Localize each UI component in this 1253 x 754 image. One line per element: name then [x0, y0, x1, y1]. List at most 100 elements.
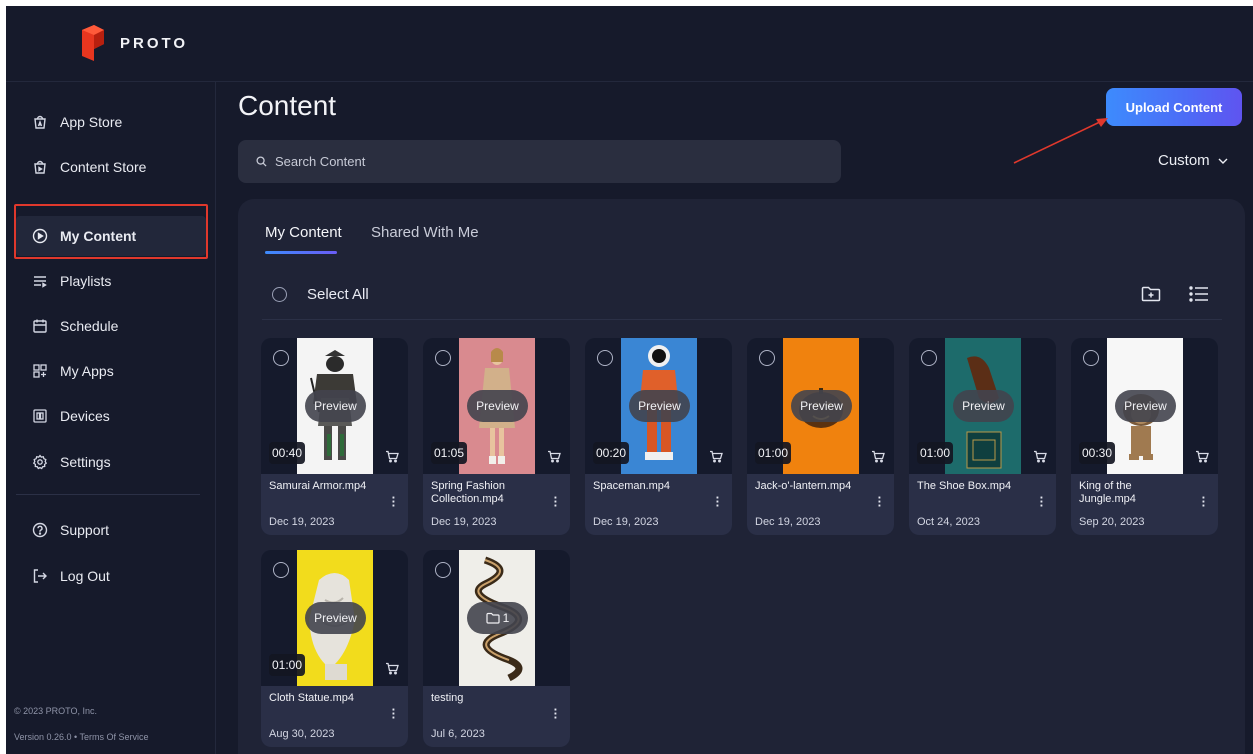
upload-content-button[interactable]: Upload Content: [1106, 88, 1242, 126]
content-card[interactable]: Preview 00:30 King of the Jungle.mp4 Sep…: [1071, 338, 1218, 535]
cart-icon[interactable]: [385, 662, 399, 675]
cart-icon[interactable]: [709, 450, 723, 463]
tab-shared-with-me[interactable]: Shared With Me: [371, 224, 479, 241]
preview-button[interactable]: Preview: [467, 390, 528, 422]
panel-divider: [262, 319, 1222, 320]
sidebar-item-support[interactable]: Support: [16, 510, 206, 550]
card-select-radio[interactable]: [597, 350, 613, 366]
folder-card[interactable]: 1 testing Jul 6, 2023 · · ·: [423, 550, 570, 747]
card-title: Samurai Armor.mp4: [269, 480, 367, 492]
more-options-icon[interactable]: · · ·: [554, 491, 558, 512]
content-store-icon: [32, 159, 48, 175]
sidebar-item-app-store[interactable]: App Store: [16, 102, 206, 142]
more-options-icon[interactable]: · · ·: [1202, 491, 1206, 512]
select-all-label: Select All: [307, 286, 369, 303]
card-title: The Shoe Box.mp4: [917, 480, 1012, 492]
tab-my-content[interactable]: My Content: [265, 224, 342, 241]
new-folder-icon[interactable]: [1141, 285, 1161, 303]
sidebar-item-my-apps[interactable]: My Apps: [16, 351, 206, 391]
sidebar-item-label: Settings: [60, 454, 111, 470]
cart-icon[interactable]: [385, 450, 399, 463]
duration-badge: 01:00: [917, 442, 953, 464]
more-options-icon[interactable]: · · ·: [716, 491, 720, 512]
search-input[interactable]: [275, 154, 795, 169]
content-card[interactable]: Preview 00:20 Spaceman.mp4 Dec 19, 2023 …: [585, 338, 732, 535]
preview-button[interactable]: Preview: [953, 390, 1014, 422]
content-card[interactable]: Preview 01:00 Cloth Statue.mp4 Aug 30, 2…: [261, 550, 408, 747]
card-date: Dec 19, 2023: [269, 516, 335, 528]
content-card[interactable]: Preview 00:40 Samurai Armor.mp4 Dec 19, …: [261, 338, 408, 535]
folder-count-badge[interactable]: 1: [467, 602, 528, 634]
sidebar-item-label: Devices: [60, 408, 110, 424]
sidebar-item-devices[interactable]: Devices: [16, 396, 206, 436]
sidebar-item-label: Support: [60, 522, 110, 538]
page-title: Content: [238, 90, 337, 121]
card-date: Dec 19, 2023: [431, 516, 497, 528]
preview-button[interactable]: Preview: [1115, 390, 1176, 422]
cart-icon[interactable]: [547, 450, 561, 463]
cart-icon[interactable]: [871, 450, 885, 463]
content-card[interactable]: Preview 01:00 The Shoe Box.mp4 Oct 24, 2…: [909, 338, 1056, 535]
select-all-radio[interactable]: [272, 287, 287, 302]
preview-button[interactable]: Preview: [305, 390, 366, 422]
card-thumbnail[interactable]: Preview 00:30: [1071, 338, 1218, 474]
sidebar-item-label: My Content: [60, 228, 137, 244]
card-info: Samurai Armor.mp4 Dec 19, 2023 · · ·: [261, 474, 408, 535]
sort-dropdown[interactable]: Custom: [1158, 152, 1228, 169]
card-thumbnail[interactable]: 1: [423, 550, 570, 686]
more-options-icon[interactable]: · · ·: [878, 491, 882, 512]
content-card[interactable]: Preview 01:00 Jack-o'-lantern.mp4 Dec 19…: [747, 338, 894, 535]
card-select-radio[interactable]: [435, 350, 451, 366]
sidebar-item-label: Content Store: [60, 159, 147, 175]
select-all[interactable]: Select All: [272, 286, 369, 303]
sidebar-item-label: Log Out: [60, 568, 110, 584]
sidebar-item-content-store[interactable]: Content Store: [16, 147, 206, 187]
card-select-radio[interactable]: [273, 562, 289, 578]
preview-button[interactable]: Preview: [791, 390, 852, 422]
app-window: PROTO App Store Content Store My Content: [6, 6, 1253, 754]
cart-icon[interactable]: [1033, 450, 1047, 463]
card-thumbnail[interactable]: Preview 01:00: [909, 338, 1056, 474]
content-card[interactable]: Preview 01:05 Spring Fashion Collection.…: [423, 338, 570, 535]
search-bar[interactable]: [238, 140, 841, 183]
sidebar-item-label: App Store: [60, 114, 123, 130]
sidebar-item-schedule[interactable]: Schedule: [16, 306, 206, 346]
card-date: Jul 6, 2023: [431, 728, 485, 740]
card-select-radio[interactable]: [759, 350, 775, 366]
card-thumbnail[interactable]: Preview 01:00: [747, 338, 894, 474]
card-select-radio[interactable]: [921, 350, 937, 366]
card-select-radio[interactable]: [1083, 350, 1099, 366]
preview-button[interactable]: Preview: [629, 390, 690, 422]
sort-label: Custom: [1158, 152, 1210, 169]
cart-icon[interactable]: [1195, 450, 1209, 463]
card-info: testing Jul 6, 2023 · · ·: [423, 686, 570, 747]
card-title: Jack-o'-lantern.mp4: [755, 480, 852, 492]
proto-logo[interactable]: PROTO: [80, 24, 188, 62]
sidebar-item-settings[interactable]: Settings: [16, 442, 206, 482]
sidebar-item-log-out[interactable]: Log Out: [16, 556, 206, 596]
more-options-icon[interactable]: · · ·: [554, 703, 558, 724]
card-title: Cloth Statue.mp4: [269, 692, 354, 704]
preview-button[interactable]: Preview: [305, 602, 366, 634]
version-text[interactable]: Version 0.26.0 • Terms Of Service: [14, 732, 149, 742]
card-thumbnail[interactable]: Preview 00:40: [261, 338, 408, 474]
card-select-radio[interactable]: [435, 562, 451, 578]
more-options-icon[interactable]: · · ·: [392, 703, 396, 724]
duration-badge: 01:00: [269, 654, 305, 676]
search-icon: [256, 156, 267, 167]
list-view-icon[interactable]: [1189, 285, 1209, 303]
card-thumbnail[interactable]: Preview 01:00: [261, 550, 408, 686]
card-select-radio[interactable]: [273, 350, 289, 366]
brand-name: PROTO: [120, 34, 189, 52]
card-thumbnail[interactable]: Preview 00:20: [585, 338, 732, 474]
more-options-icon[interactable]: · · ·: [392, 491, 396, 512]
sidebar-item-my-content[interactable]: My Content: [16, 216, 206, 256]
card-title: Spaceman.mp4: [593, 480, 671, 492]
sidebar-item-playlists[interactable]: Playlists: [16, 261, 206, 301]
app-store-icon: [32, 114, 48, 130]
card-thumbnail[interactable]: Preview 01:05: [423, 338, 570, 474]
card-title: King of the Jungle.mp4: [1079, 480, 1136, 505]
logout-icon: [32, 568, 48, 584]
folder-count: 1: [502, 611, 510, 625]
more-options-icon[interactable]: · · ·: [1040, 491, 1044, 512]
